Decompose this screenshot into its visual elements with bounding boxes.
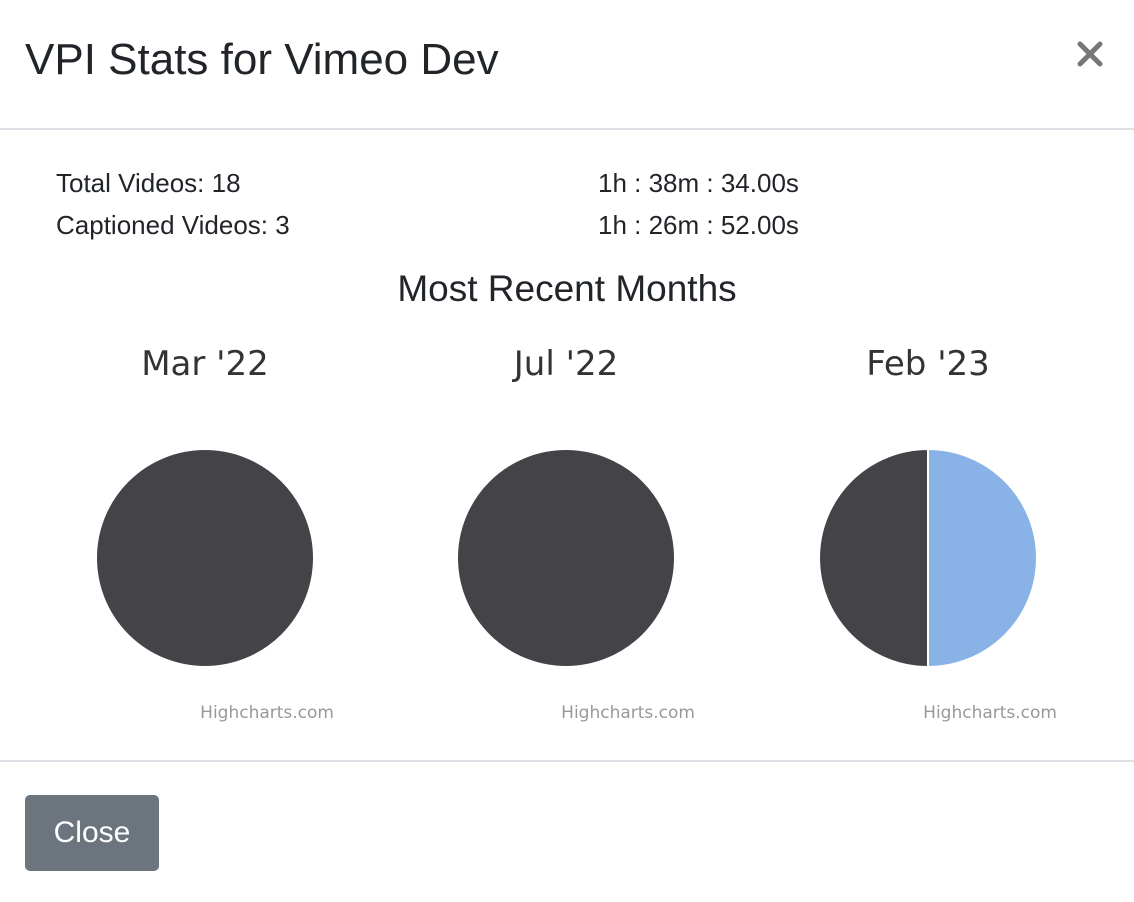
modal-footer: Close xyxy=(0,760,1134,902)
section-title: Most Recent Months xyxy=(397,268,737,309)
modal-header: VPI Stats for Vimeo Dev xyxy=(0,0,1134,130)
total-duration: 1h : 38m : 34.00s xyxy=(598,168,799,198)
pie-chart-mar-22: Mar '22 Highcharts.com xyxy=(24,330,386,730)
pie-slice[interactable] xyxy=(95,448,315,668)
vpi-stats-modal: VPI Stats for Vimeo Dev Total Videos: 18… xyxy=(0,0,1134,902)
captioned-duration: 1h : 26m : 52.00s xyxy=(598,210,799,240)
close-x-button[interactable] xyxy=(1072,36,1108,72)
pie-slice[interactable] xyxy=(456,448,676,668)
pie-slice[interactable] xyxy=(818,447,929,669)
modal-body: Total Videos: 18 1h : 38m : 34.00s Capti… xyxy=(0,130,1134,760)
total-videos-label: Total Videos: 18 xyxy=(56,168,241,198)
pie-chart-svg: Feb '23 Highcharts.com xyxy=(818,344,1057,723)
pie-slice[interactable] xyxy=(927,447,1038,669)
modal-title: VPI Stats for Vimeo Dev xyxy=(25,35,499,84)
close-button[interactable]: Close xyxy=(25,795,159,871)
pie-chart-svg: Jul '22 Highcharts.com xyxy=(456,344,695,723)
pie-chart-svg: Mar '22 Highcharts.com xyxy=(95,344,334,723)
chart-title: Mar '22 xyxy=(141,344,269,384)
chart-title: Feb '23 xyxy=(866,344,990,384)
pie-chart-feb-23: Feb '23 Highcharts.com xyxy=(747,330,1109,730)
pie-chart-jul-22: Jul '22 Highcharts.com xyxy=(385,330,747,730)
close-x-icon xyxy=(1077,41,1103,67)
highcharts-credit[interactable]: Highcharts.com xyxy=(200,703,334,723)
captioned-videos-label: Captioned Videos: 3 xyxy=(56,210,290,240)
chart-title: Jul '22 xyxy=(512,344,618,384)
highcharts-credit[interactable]: Highcharts.com xyxy=(923,703,1057,723)
highcharts-credit[interactable]: Highcharts.com xyxy=(561,703,695,723)
